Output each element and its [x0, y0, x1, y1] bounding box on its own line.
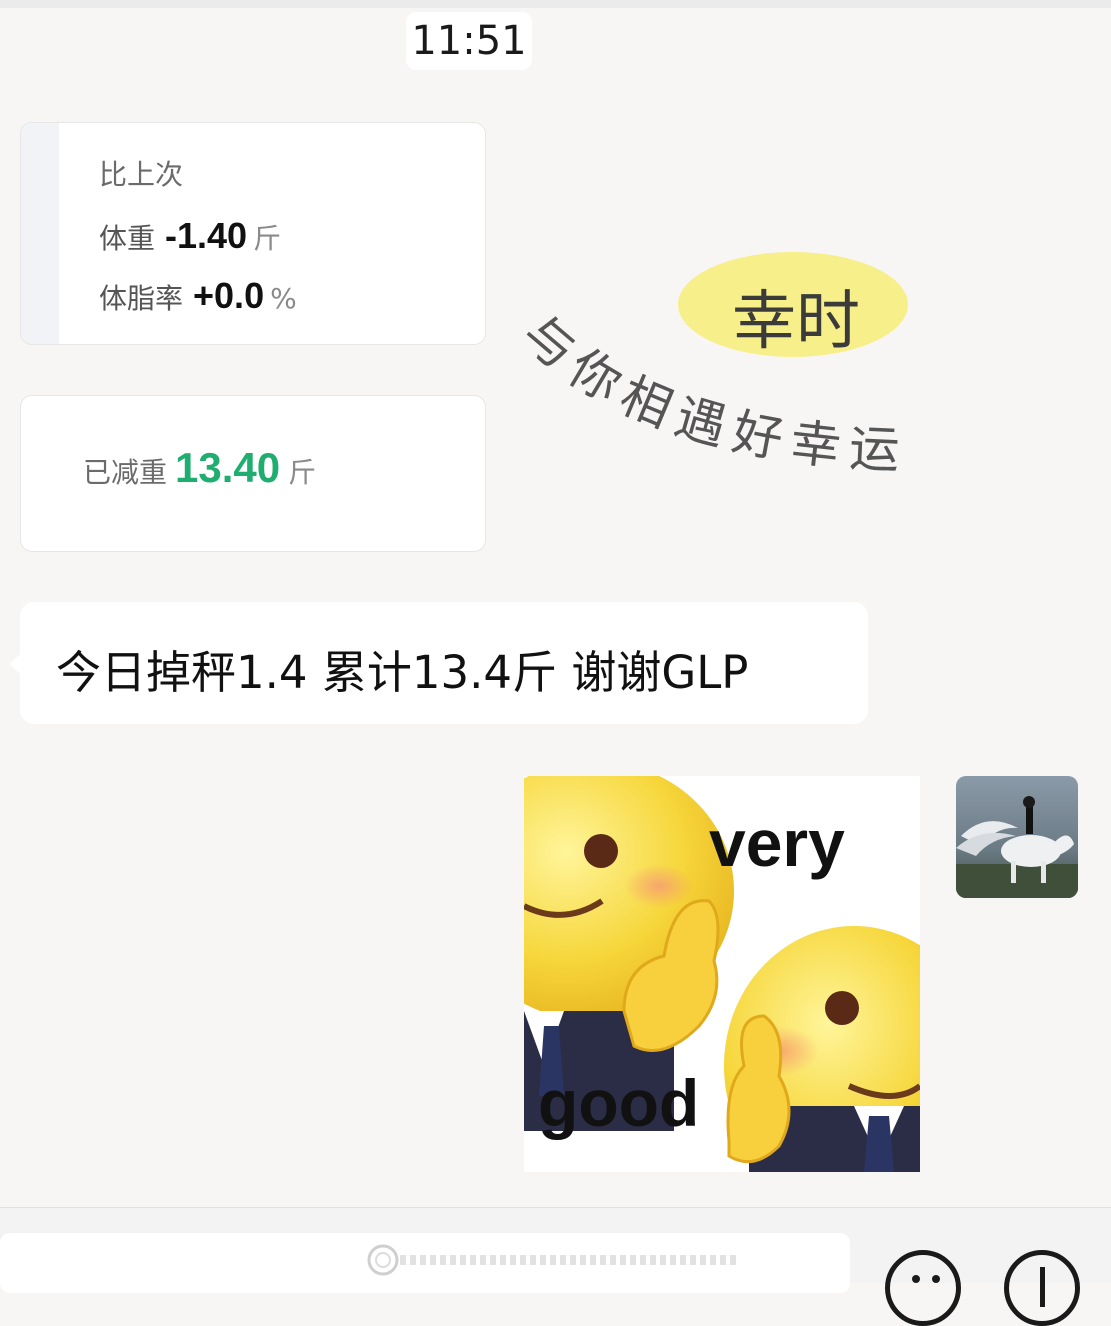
- message-bubble[interactable]: 今日掉秤1.4 累计13.4斤 谢谢GLP: [10, 602, 868, 724]
- message-text: 今日掉秤1.4 累计13.4斤 谢谢GLP: [56, 646, 749, 699]
- arc-text-decoration: 与你相遇好幸运: [511, 304, 910, 480]
- plus-icon[interactable]: [1004, 1250, 1080, 1326]
- arc-text: 与你相遇好幸运: [511, 304, 900, 480]
- input-bar: [0, 1207, 1111, 1326]
- bubble-tail: [10, 652, 22, 676]
- sticker-good-text: good: [538, 1066, 699, 1140]
- avatar-image: [956, 776, 1078, 898]
- smiley-icon[interactable]: [885, 1250, 961, 1326]
- svg-text:与你相遇好幸运: 与你相遇好幸运: [511, 304, 910, 480]
- sticker-image: very good: [524, 776, 920, 1172]
- very-good-sticker[interactable]: very good: [524, 776, 920, 1172]
- sticker-very-text: very: [709, 806, 845, 880]
- user-avatar[interactable]: [956, 776, 1078, 898]
- voice-wave-icon: [367, 1244, 740, 1276]
